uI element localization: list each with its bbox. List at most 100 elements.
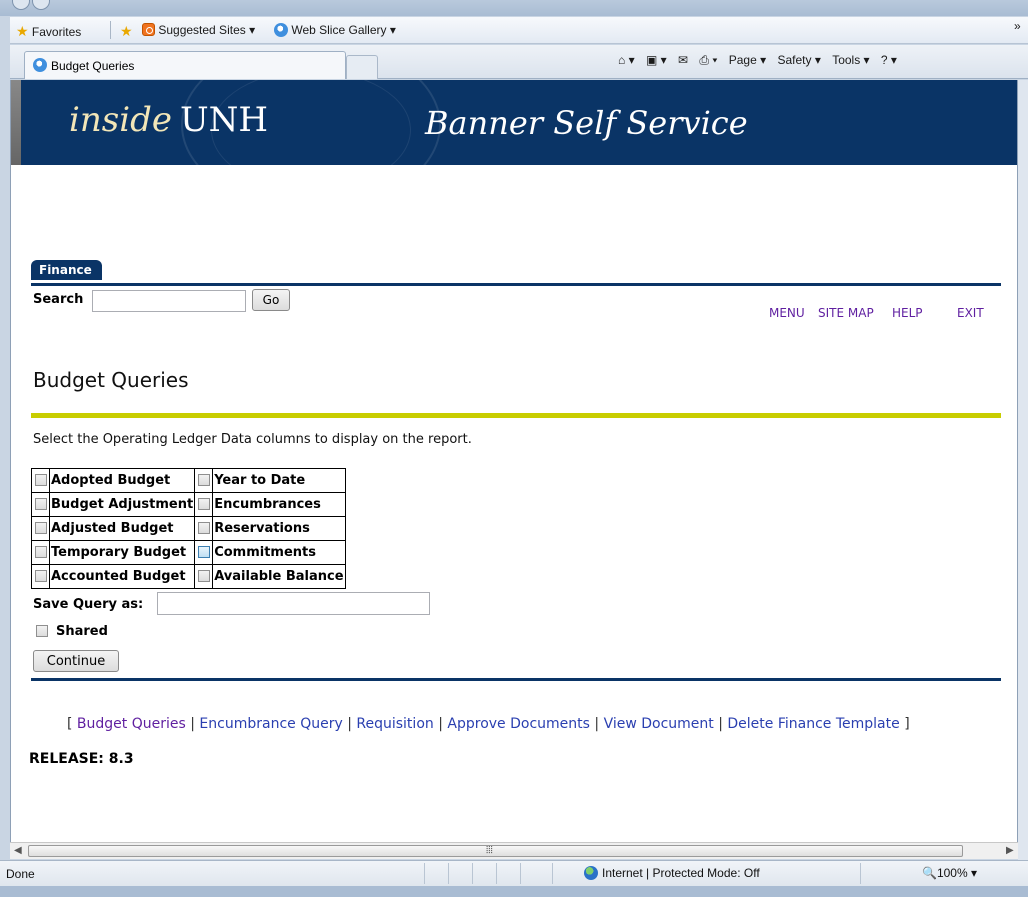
page-menu[interactable]: Page ▾ [729,53,766,67]
feeds-button[interactable]: ▣ ▾ [646,53,667,67]
favorites-overflow-button[interactable]: » [1014,19,1021,33]
budget-adjustment-label: Budget Adjustment [48,492,196,517]
ledger-columns-table: Adopted Budget Year to Date Budget Adjus… [31,468,346,589]
tab-bar: Budget Queries ⌂ ▾ ▣ ▾ ✉ ⎙ ▾ Page ▾ Safe… [10,45,1028,79]
accounted-budget-checkbox[interactable] [34,570,47,582]
menu-link[interactable]: MENU [769,306,805,320]
table-row: Temporary Budget Commitments [31,540,346,565]
status-pane-divider [860,863,861,884]
tab-finance[interactable]: Finance [31,260,102,280]
table-row: Adopted Budget Year to Date [31,468,346,493]
favorites-star-icon: ★ [16,23,29,39]
add-favorite-button[interactable]: ★ [120,23,133,40]
title-divider [31,413,1001,418]
commitments-label: Commitments [212,540,346,565]
go-button[interactable]: Go [252,289,290,311]
tab-favicon-icon [33,58,47,72]
scrollbar-thumb[interactable] [28,845,963,857]
table-row: Budget Adjustment Encumbrances [31,492,346,517]
scroll-left-arrow-icon[interactable]: ◀ [14,843,22,859]
site-header: inside UNH Banner Self Service [21,80,1017,165]
header-left-strip [11,80,21,165]
release-version: RELEASE: 8.3 [29,751,134,767]
adopted-budget-checkbox[interactable] [34,474,47,486]
year-to-date-checkbox[interactable] [197,474,210,486]
temporary-budget-checkbox[interactable] [34,546,47,558]
site-map-link[interactable]: SITE MAP [818,306,874,320]
zoom-magnifier-icon: 🔍 [922,866,937,880]
save-query-input[interactable] [157,592,430,615]
suggested-sites-button[interactable]: Suggested Sites ▾ [142,23,255,37]
help-menu[interactable]: ? ▾ [881,53,897,67]
brand-logo: inside UNH [69,100,269,140]
year-to-date-label: Year to Date [212,468,346,493]
adjusted-budget-label: Adjusted Budget [48,516,196,541]
back-button[interactable] [12,0,30,10]
search-input[interactable] [92,290,246,312]
add-favorite-icon: ★ [120,23,133,39]
new-tab-button[interactable] [346,55,378,79]
status-text: Done [6,867,35,881]
footer-link-requisition[interactable]: Requisition [356,716,433,732]
read-mail-button[interactable]: ✉ [678,53,688,67]
window-bottom-frame [0,886,1028,897]
exit-link[interactable]: EXIT [957,306,984,320]
adjusted-budget-checkbox[interactable] [34,522,47,534]
print-button[interactable]: ⎙ ▾ [699,53,717,67]
security-zone[interactable]: Internet | Protected Mode: Off [584,866,760,880]
status-pane-divider [448,863,449,884]
command-bar: ⌂ ▾ ▣ ▾ ✉ ⎙ ▾ Page ▾ Safety ▾ Tools ▾ ? … [610,53,897,68]
favorites-button[interactable]: ★ Favorites [16,23,81,40]
suggested-sites-icon [142,23,155,36]
footer-link-delete-finance-template[interactable]: Delete Finance Template [727,716,899,732]
accounted-budget-label: Accounted Budget [48,564,196,589]
horizontal-scrollbar[interactable]: ◀ ⦙⦙⦙ ▶ [10,842,1018,859]
footer-link-encumbrance-query[interactable]: Encumbrance Query [199,716,342,732]
reservations-label: Reservations [212,516,346,541]
encumbrances-checkbox[interactable] [197,498,210,510]
shared-option: Shared [36,624,108,639]
status-pane-divider [552,863,553,884]
footer-link-budget-queries[interactable]: Budget Queries [77,716,186,732]
window-left-frame [0,17,10,860]
status-bar: Done Internet | Protected Mode: Off 🔍100… [0,860,1028,886]
status-pane-divider [496,863,497,884]
shared-label: Shared [56,624,108,639]
web-slice-gallery-button[interactable]: Web Slice Gallery ▾ [274,23,396,37]
browser-tab-budget-queries[interactable]: Budget Queries [24,51,346,79]
footer-link-approve-documents[interactable]: Approve Documents [447,716,590,732]
continue-button[interactable]: Continue [33,650,119,672]
status-pane-divider [424,863,425,884]
reservations-checkbox[interactable] [197,522,210,534]
favorites-bar: ★ Favorites ★ Suggested Sites ▾ Web Slic… [10,17,1028,44]
tab-divider [31,283,1001,286]
header-title: Banner Self Service [425,104,748,142]
commitments-checkbox[interactable] [197,546,210,558]
forward-button[interactable] [32,0,50,10]
tools-menu[interactable]: Tools ▾ [832,53,869,67]
table-row: Accounted Budget Available Balance [31,564,346,589]
page-title: Budget Queries [33,368,189,392]
save-query-label: Save Query as: [33,597,144,612]
shared-checkbox[interactable] [36,625,48,637]
adopted-budget-label: Adopted Budget [48,468,196,493]
budget-adjustment-checkbox[interactable] [34,498,47,510]
status-pane-divider [472,863,473,884]
available-balance-checkbox[interactable] [197,570,210,582]
scroll-right-arrow-icon[interactable]: ▶ [1006,843,1014,859]
ie-icon [274,23,288,37]
instruction-text: Select the Operating Ledger Data columns… [33,432,472,447]
table-row: Adjusted Budget Reservations [31,516,346,541]
search-label: Search [33,292,84,307]
temporary-budget-label: Temporary Budget [48,540,196,565]
help-link[interactable]: HELP [892,306,923,320]
safety-menu[interactable]: Safety ▾ [777,53,820,67]
page-viewport: inside UNH Banner Self Service Finance Se… [10,80,1018,842]
zoom-level[interactable]: 🔍100% ▾ [922,866,977,880]
scrollbar-grip-icon: ⦙⦙⦙ [486,845,493,856]
window-title-bar [0,0,1028,16]
status-pane-divider [520,863,521,884]
home-button[interactable]: ⌂ ▾ [618,53,635,67]
footer-link-view-document[interactable]: View Document [604,716,714,732]
footer-divider [31,678,1001,681]
